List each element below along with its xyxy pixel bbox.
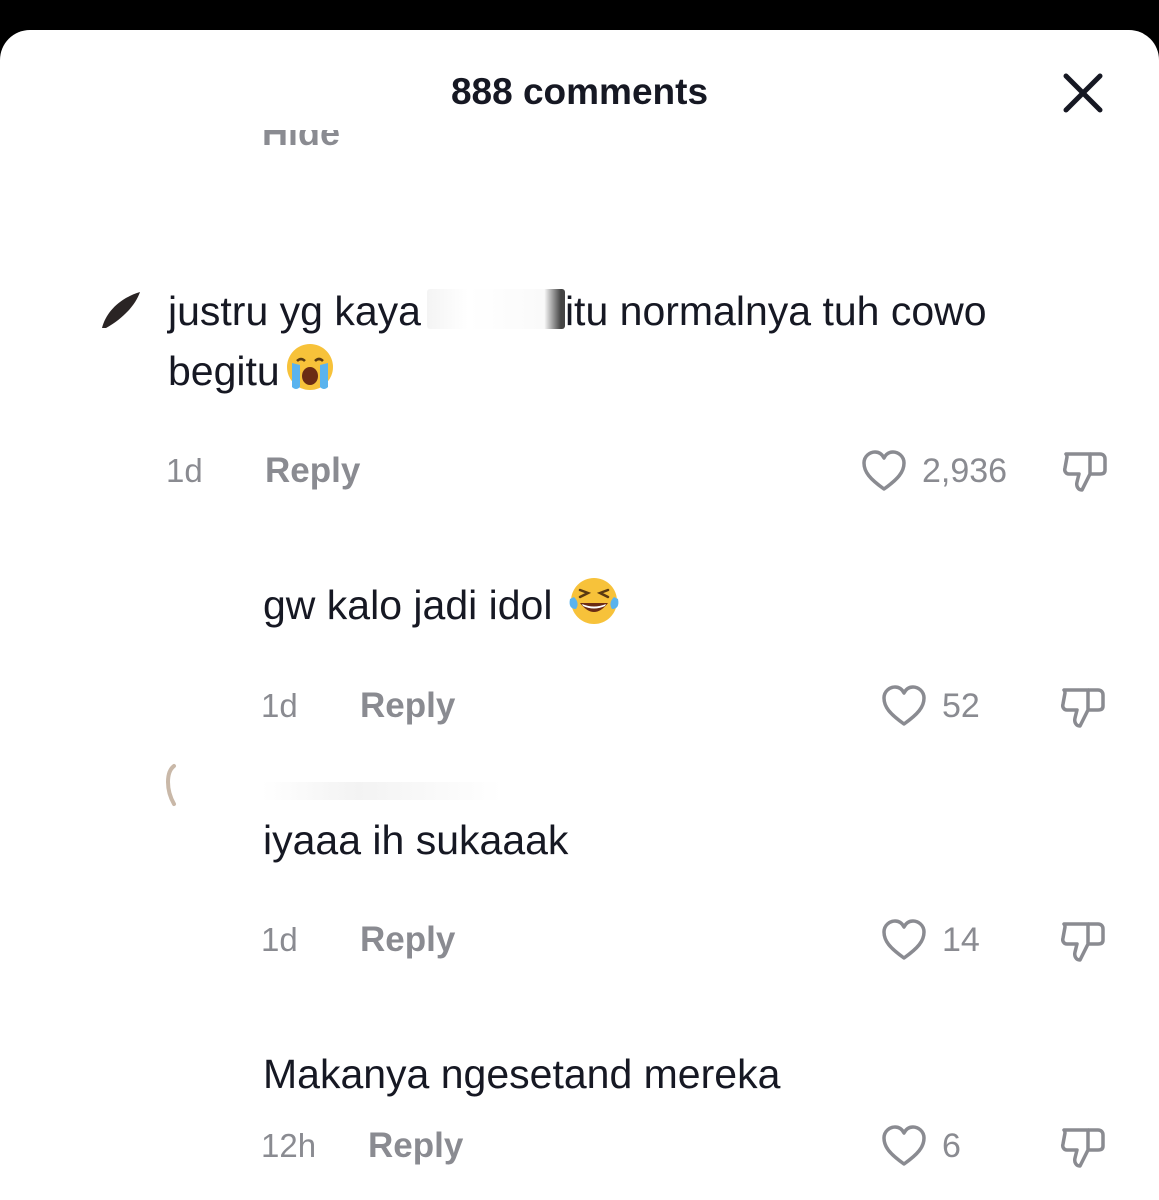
tears-of-joy-emoji [568,575,620,627]
heart-outline-icon[interactable] [880,917,928,963]
avatar[interactable] [96,286,146,330]
comments-count-title: 888 comments [450,71,709,112]
comment-time: 12h [261,1127,317,1164]
comment-text: iyaaa ih sukaaak [263,817,569,863]
thumbs-down-icon[interactable] [1058,916,1108,966]
comment-time: 1d [261,687,298,724]
like-count: 6 [942,1127,961,1165]
comment-text-line2: begitu [168,341,336,401]
redacted-text [426,289,565,329]
comment-time: 1d [166,452,203,489]
like-count: 14 [942,921,980,959]
comment-time: 1d [261,921,298,958]
comment-text: gw kalo jadi idol [263,575,620,635]
thumbs-down-icon[interactable] [1058,682,1108,732]
like-count: 2,936 [922,452,1008,490]
avatar[interactable] [160,760,190,810]
hide-replies-label: Hide [262,130,341,153]
heart-outline-icon[interactable] [880,683,928,729]
thumbs-down-icon[interactable] [1058,1122,1108,1172]
reply-button[interactable]: Reply [265,451,360,491]
comment-text: Makanya ngesetand mereka [263,1051,781,1097]
heart-outline-icon[interactable] [880,1123,928,1169]
comments-sheet: 888 comments Hide justru yg kaya itu norm… [0,30,1159,1200]
reply-button[interactable]: Reply [360,920,455,960]
comment-text: justru yg kaya itu normalnya tuh cowo [168,288,987,334]
heart-outline-icon[interactable] [860,448,908,494]
thumbs-down-icon[interactable] [1060,446,1110,496]
close-icon[interactable] [1060,70,1106,116]
hide-replies-button[interactable]: Hide [262,130,442,158]
crying-face-emoji [284,341,336,393]
reply-button[interactable]: Reply [360,686,455,726]
like-count: 52 [942,687,980,725]
username-redacted [262,782,502,800]
reply-button[interactable]: Reply [368,1126,463,1166]
